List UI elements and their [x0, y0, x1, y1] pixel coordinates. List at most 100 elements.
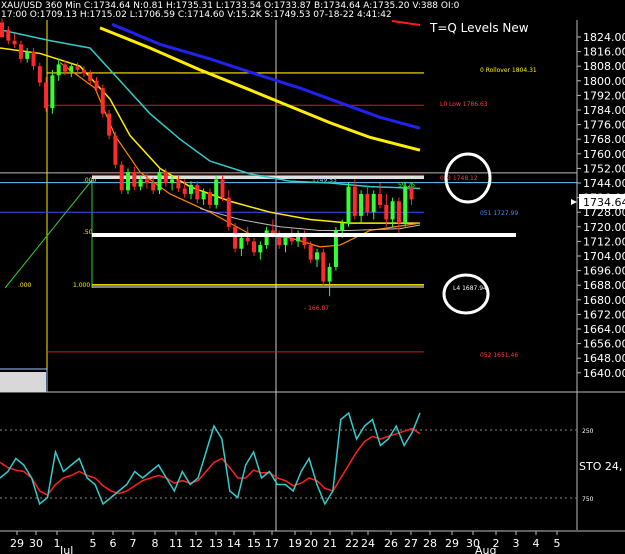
candle-body — [151, 183, 156, 191]
candle-body — [50, 75, 55, 109]
date-tick-label: 17 — [265, 537, 279, 550]
candle-body — [233, 226, 238, 249]
candle-body — [239, 237, 244, 249]
date-tick-label: 11 — [169, 537, 183, 550]
date-tick-label: 3 — [513, 537, 520, 550]
date-tick-label: 30 — [29, 537, 43, 550]
candle-body — [100, 88, 105, 114]
price-tick-label: 1808.00 — [583, 60, 625, 73]
candle-body — [170, 179, 175, 183]
candle-body — [214, 179, 219, 205]
candle-body — [390, 201, 395, 220]
candle-body — [0, 22, 4, 37]
price-tick-label: 1688.00 — [583, 279, 625, 292]
date-tick-label: 22 — [345, 537, 359, 550]
candle-body — [378, 193, 382, 205]
date-tick-label: 20 — [304, 537, 318, 550]
level-label: 0 Rollover 1804.31 — [480, 67, 537, 74]
month-label-aug: Aug — [475, 544, 496, 554]
level-label: 59.25 — [398, 182, 415, 189]
level-label: 1.000 — [73, 282, 90, 289]
candle-body — [113, 135, 118, 165]
candle-body — [144, 179, 149, 183]
candle-body — [315, 252, 319, 260]
level-label: - 166.87 — [304, 305, 329, 312]
price-tick-label: 1712.00 — [583, 235, 625, 248]
price-tick-label: 1752.00 — [583, 162, 625, 175]
candle-body — [220, 179, 225, 198]
candle-body — [245, 237, 250, 242]
price-tick-label: 1656.00 — [583, 338, 625, 351]
date-tick-label: 28 — [423, 537, 437, 550]
legend-label: T=Q Levels New — [429, 21, 529, 35]
candle-body — [6, 29, 11, 41]
price-tick-label: 1792.00 — [583, 89, 625, 102]
candle-body — [126, 172, 130, 191]
date-tick-label: 26 — [384, 537, 398, 550]
candle-body — [81, 69, 86, 74]
candle-body — [138, 179, 143, 187]
level-label: L0 Low 1786.63 — [440, 101, 488, 108]
level-label: 1749.53 — [312, 177, 337, 184]
date-tick-label: 29 — [445, 537, 459, 550]
candle-body — [119, 164, 124, 191]
level-label: .50 — [83, 229, 93, 236]
sto-label: STO 24, — [579, 460, 622, 473]
date-tick-label: 12 — [189, 537, 203, 550]
candle-body — [384, 204, 389, 220]
candle-body — [371, 193, 376, 213]
candle-body — [340, 223, 345, 231]
date-tick-label: 29 — [10, 537, 24, 550]
price-tick-label: 1824.00 — [583, 31, 625, 44]
price-tick-label: 1816.00 — [583, 46, 625, 59]
price-tick-label: 1800.00 — [583, 75, 625, 88]
sto-tick-750: 750 — [582, 496, 594, 503]
candle-body — [69, 66, 74, 72]
price-tick-label: 1648.00 — [583, 352, 625, 365]
candle-body — [63, 64, 67, 72]
date-tick-label: 5 — [90, 537, 97, 550]
candle-body — [157, 172, 162, 191]
candle-body — [182, 188, 187, 194]
date-tick-label: 6 — [110, 537, 117, 550]
date-tick-label: 19 — [288, 537, 302, 550]
level-label: 051 1727.99 — [480, 210, 518, 217]
candle-body — [258, 245, 263, 253]
price-tick-label: 1664.00 — [583, 323, 625, 336]
candle-body — [289, 237, 294, 242]
candle-body — [359, 193, 364, 216]
candle-body — [163, 172, 168, 183]
price-tick-label: 1776.00 — [583, 119, 625, 132]
candle-body — [352, 186, 357, 216]
candle-body — [25, 51, 30, 59]
candle-body — [346, 186, 351, 224]
candle-body — [195, 184, 200, 200]
candle-body — [132, 172, 137, 187]
price-tick-label: 1784.00 — [583, 104, 625, 117]
last-price-label: 1734.64 — [583, 196, 625, 209]
candle-body — [18, 44, 23, 59]
candle-body — [283, 237, 288, 246]
month-label-jul: Jul — [59, 544, 73, 554]
candle-body — [252, 241, 256, 253]
date-tick-label: 13 — [209, 537, 223, 550]
candle-body — [75, 66, 80, 70]
price-tick-label: 1704.00 — [583, 250, 625, 263]
candle-body — [321, 252, 326, 282]
candle-body — [189, 184, 193, 194]
candle-body — [264, 230, 269, 246]
level-label: L4 1687.94 — [453, 285, 487, 292]
candle-body — [88, 73, 93, 81]
price-tick-label: 1760.00 — [583, 148, 625, 161]
date-tick-label: 15 — [247, 537, 261, 550]
candle-body — [37, 66, 42, 83]
candle-body — [365, 193, 370, 213]
sto-tick-250: 250 — [582, 428, 594, 435]
price-tick-label: 1696.00 — [583, 265, 625, 278]
date-tick-label: 7 — [130, 537, 137, 550]
level-label: 052 1651.46 — [480, 352, 518, 359]
level-label: .000 — [83, 177, 97, 184]
candle-body — [327, 266, 332, 282]
price-tick-label: 1768.00 — [583, 133, 625, 146]
candle-body — [308, 245, 313, 260]
